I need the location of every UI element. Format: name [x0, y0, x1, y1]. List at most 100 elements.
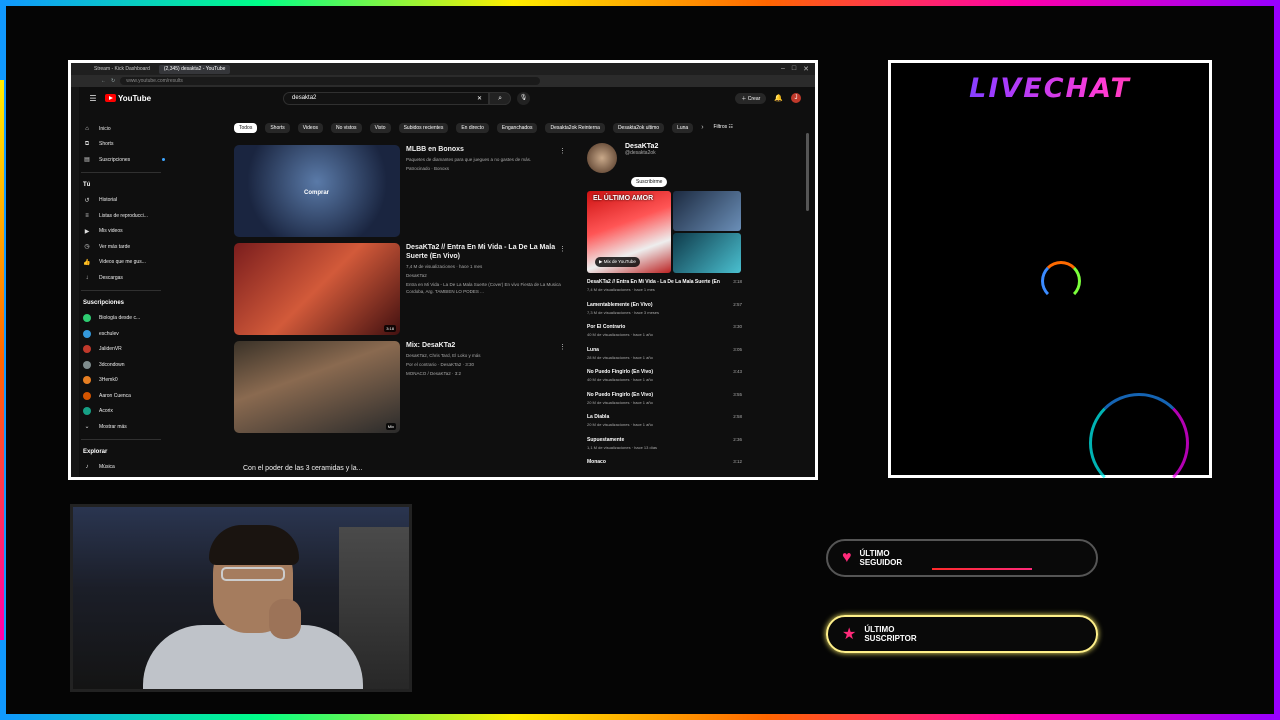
more-options-icon[interactable]: ⋮ — [559, 343, 566, 351]
youtube-header: ☰ YouTube desakta2 ✕ ⌕ 🎙 ＋ Crear 🔔 J — [81, 87, 815, 109]
song-item[interactable]: La Diabla 20 M de visualizaciones · hace … — [587, 414, 742, 437]
sidebar-item-music[interactable]: ♪ Música — [81, 460, 165, 476]
chip[interactable]: Enganchados — [496, 122, 538, 133]
chevron-down-icon: ⌄ — [84, 424, 90, 431]
show-more-button[interactable]: ⌄ Mostrar más — [81, 419, 165, 435]
create-button[interactable]: ＋ Crear — [735, 92, 767, 104]
channel-thumbnail[interactable] — [673, 233, 741, 273]
channel-avatar[interactable] — [587, 143, 617, 173]
scrollbar[interactable] — [806, 133, 809, 211]
chip[interactable]: Desakta2ok ultimo — [612, 122, 665, 133]
sidebar-item-playlists[interactable]: ≡ Listas de reproducci... — [81, 208, 165, 224]
address-bar: ← ↻ www.youtube.com/results — [71, 75, 815, 87]
result-title[interactable]: Mix: DesaKTa2 — [406, 341, 556, 350]
sidebar-item-liked[interactable]: 👍 Videos que me gus... — [81, 255, 165, 271]
result-thumbnail[interactable]: 3:18 — [234, 243, 400, 335]
clear-search-icon[interactable]: ✕ — [477, 95, 482, 102]
result-title[interactable]: Con el poder de las 3 ceramidas y la... — [243, 465, 362, 472]
sidebar-item-shorts[interactable]: ⧉ Shorts — [81, 137, 165, 153]
sidebar-item-subscriptions[interactable]: ▤ Suscripciones — [81, 152, 165, 168]
more-options-icon[interactable]: ⋮ — [559, 147, 566, 155]
song-duration: 3:30 — [733, 324, 742, 329]
more-options-icon[interactable]: ⋮ — [559, 245, 566, 253]
subscribe-button[interactable]: Suscribirme — [631, 177, 668, 187]
subscriptions-header: Suscripciones — [83, 299, 125, 306]
reload-icon[interactable]: ↻ — [111, 78, 115, 84]
channel-card: DesaKTa2 @desakta2ok Suscribirme EL ÚLTI… — [587, 143, 742, 477]
notifications-icon[interactable]: 🔔 — [774, 94, 783, 102]
sidebar-item-watch-later[interactable]: ◷ Ver más tarde — [81, 239, 165, 255]
chip[interactable]: Shorts — [265, 122, 290, 133]
filters-button[interactable]: Filtros ☷ — [714, 124, 734, 130]
result-item[interactable]: Comprar MLBB en Bonoxs Paquetes de diama… — [234, 145, 572, 237]
song-title: Supuestamente — [587, 436, 625, 443]
youtube-mix-button[interactable]: ▶ Mix de YouTube — [595, 257, 640, 267]
sidebar-label: Biología desde c... — [99, 315, 141, 322]
sidebar-item-downloads[interactable]: ↓ Descargas — [81, 270, 165, 286]
result-channel[interactable]: DesaKTa2 — [406, 272, 572, 279]
account-avatar[interactable]: J — [791, 93, 801, 103]
song-item[interactable]: Lamentablemente (En Vivo) 7,3 M de visual… — [587, 302, 742, 325]
chip[interactable]: Videos — [297, 122, 323, 133]
chip[interactable]: En directo — [456, 122, 489, 133]
sidebar-sub-item[interactable]: JalidenVR — [81, 342, 165, 358]
chip[interactable]: No vistos — [331, 122, 362, 133]
song-item[interactable]: DesaKTa2 // Entra En Mi Vida - La De La … — [587, 279, 742, 302]
menu-icon[interactable]: ☰ — [85, 94, 101, 103]
channel-thumbnail[interactable] — [673, 191, 741, 231]
search-button[interactable]: ⌕ — [489, 91, 512, 105]
sidebar-sub-item[interactable]: Aaron Cuenca — [81, 388, 165, 404]
chip[interactable]: Visto — [369, 122, 391, 133]
tab-kick[interactable]: Stream - Kick Dashboard — [89, 65, 155, 74]
song-duration: 3:05 — [733, 346, 742, 352]
song-item[interactable]: Monaco 3:12 — [587, 459, 742, 477]
mic-icon[interactable]: 🎙 — [517, 91, 531, 105]
song-item[interactable]: Por El Contrario 40 M de visualizaciones … — [587, 324, 742, 347]
minimize-icon[interactable]: – — [781, 65, 785, 73]
maximize-icon[interactable]: □ — [792, 65, 796, 73]
result-thumbnail[interactable]: Mix — [234, 341, 400, 433]
result-title[interactable]: MLBB en Bonoxs — [406, 145, 556, 154]
result-item[interactable]: 3:18 DesaKTa2 // Entra En Mi Vida - La D… — [234, 243, 572, 335]
tab-youtube[interactable]: (2,345) desakta2 - YouTube — [158, 64, 231, 74]
song-item[interactable]: No Puedo Fingirlo (En Vivo) 40 M de visua… — [587, 369, 742, 392]
song-item[interactable]: Supuestamente 1,1 M de visualizaciones · … — [587, 437, 742, 460]
sidebar-item-home[interactable]: ⌂ Inicio — [81, 121, 165, 137]
sidebar-item-my-videos[interactable]: ▶ Mis videos — [81, 224, 165, 240]
url-field[interactable]: www.youtube.com/results — [120, 77, 541, 85]
result-title[interactable]: DesaKTa2 // Entra En Mi Vida - La De La … — [406, 243, 556, 261]
result-thumbnail[interactable]: Comprar — [234, 145, 400, 237]
sidebar-sub-item[interactable]: 3dcondown — [81, 357, 165, 373]
sidebar-label: Mostrar más — [99, 423, 127, 430]
sidebar-label: Aaron Cuenca — [99, 392, 131, 399]
sidebar-sub-item[interactable]: eschulev — [81, 326, 165, 342]
chip[interactable]: Subidos recientes — [398, 122, 449, 133]
channel-name[interactable]: DesaKTa2 — [625, 143, 658, 150]
close-icon[interactable]: ✕ — [803, 65, 809, 73]
search-input[interactable]: desakta2 ✕ — [283, 91, 490, 105]
ring-decoration — [1089, 393, 1189, 493]
chevron-right-icon[interactable]: › — [701, 124, 703, 131]
youtube-logo[interactable]: YouTube — [105, 94, 151, 103]
sidebar-label: Música — [99, 464, 115, 471]
thumbs-up-icon: 👍 — [83, 259, 91, 266]
sidebar-item-history[interactable]: ↺ Historial — [81, 193, 165, 209]
divider — [81, 438, 161, 440]
sidebar-sub-item[interactable]: 3Hemk0 — [81, 373, 165, 389]
you-section-header[interactable]: Tú — [81, 177, 165, 193]
sidebar-sub-item[interactable]: Biología desde c... — [81, 311, 165, 327]
back-icon[interactable]: ← — [101, 78, 106, 84]
browser-capture: Stream - Kick Dashboard (2,345) desakta2… — [68, 60, 818, 480]
song-item[interactable]: No Puedo Fingirlo (En Vivo) 20 M de visua… — [587, 392, 742, 415]
channel-featured-thumbnail[interactable]: EL ÚLTIMO AMOR ▶ Mix de YouTube — [587, 191, 671, 273]
sidebar-sub-item[interactable]: Acorix — [81, 404, 165, 420]
chip[interactable]: Luna — [672, 122, 694, 133]
chip-all[interactable]: Todos — [234, 122, 258, 133]
song-title: La Diabla — [587, 414, 610, 420]
song-item[interactable]: Luna 28 M de visualizaciones · hace 1 año… — [587, 347, 742, 370]
sidebar-label: Ver más tarde — [99, 243, 131, 250]
chip[interactable]: Desakta2ok Reinterna — [545, 122, 605, 133]
result-description: Entra en Mi Vida - La De La Mala Suerte … — [406, 282, 561, 294]
sidebar-label: 3dcondown — [99, 361, 125, 368]
result-item[interactable]: Mix Mix: DesaKTa2 DesaKTa2, Chris Tard, … — [234, 341, 572, 433]
